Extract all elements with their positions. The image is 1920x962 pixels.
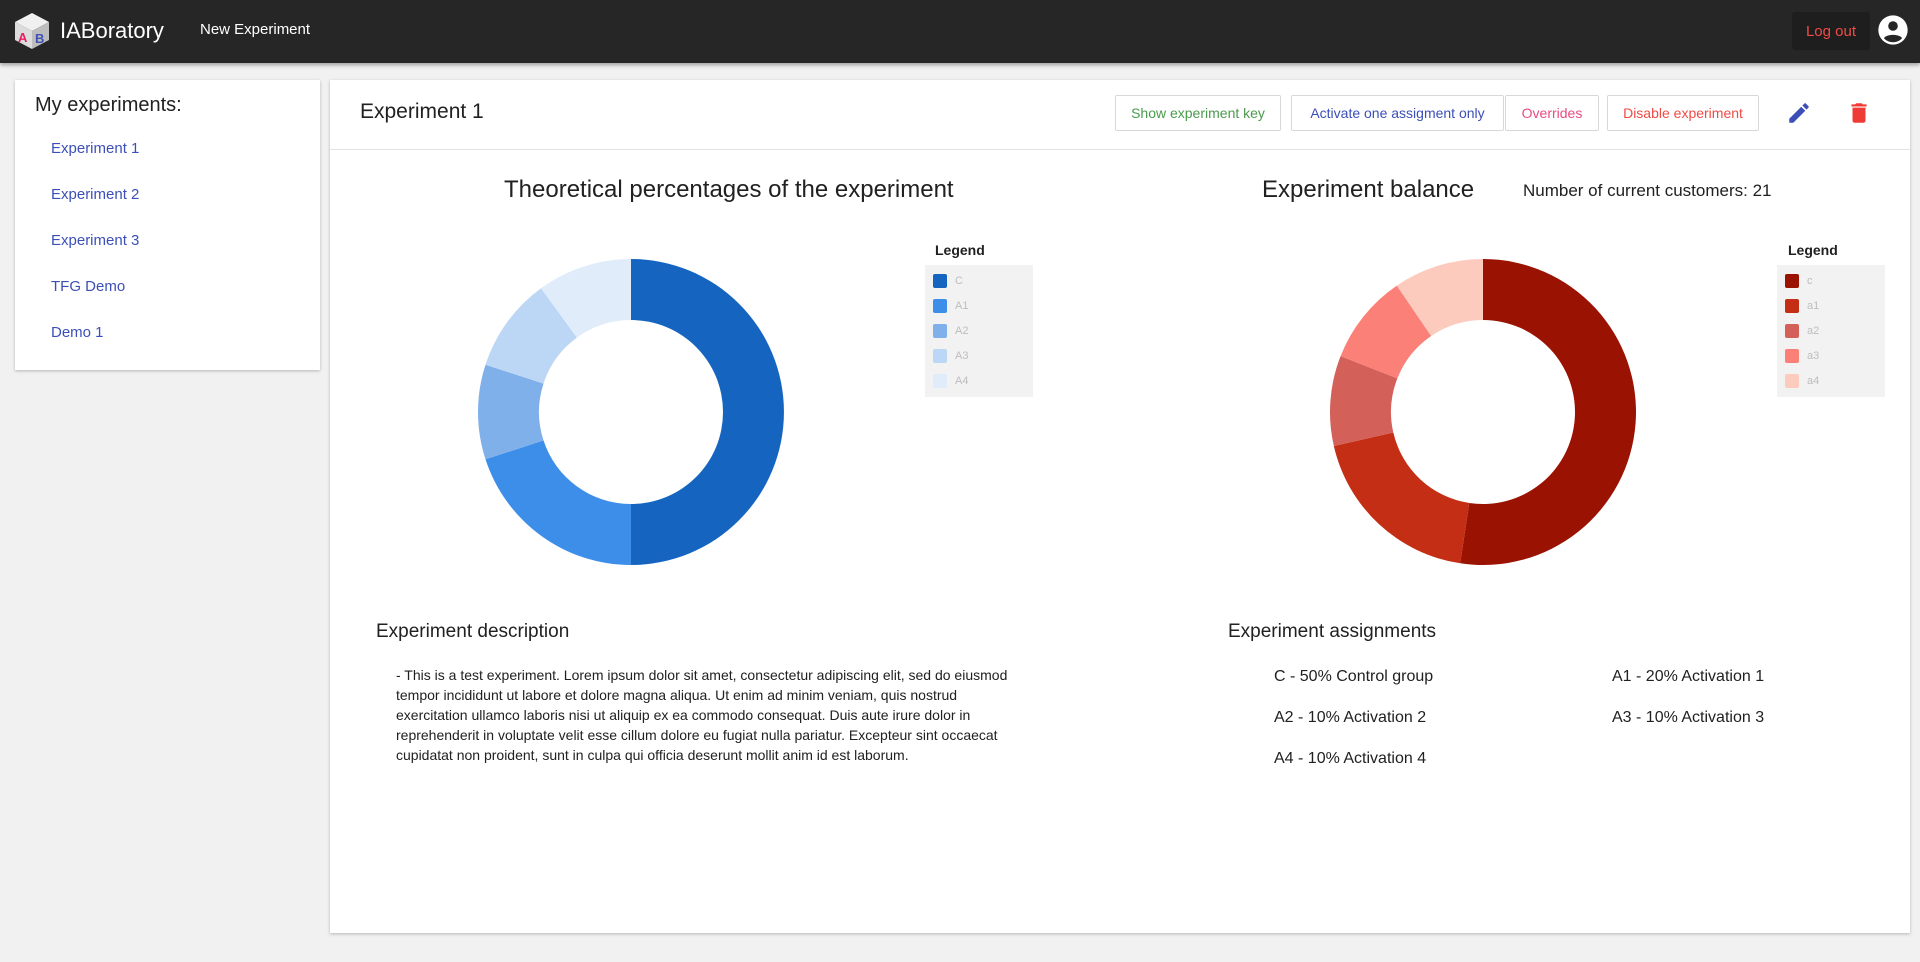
legend-theoretical: C A1 A2 A3 A4 <box>925 265 1033 397</box>
experiment-list: Experiment 1 Experiment 2 Experiment 3 T… <box>51 140 139 370</box>
theoretical-legend-item-c[interactable]: C <box>933 273 963 289</box>
experiments-sidebar: My experiments: Experiment 1 Experiment … <box>15 80 320 370</box>
theoretical-legend-label: A3 <box>955 350 969 362</box>
theoretical-legend-swatch <box>933 324 947 338</box>
overrides-button[interactable]: Overrides <box>1505 95 1599 131</box>
experiment-header: Experiment 1 Show experiment key Activat… <box>330 80 1910 150</box>
theoretical-legend-item-a2[interactable]: A2 <box>933 323 968 339</box>
show-experiment-key-button[interactable]: Show experiment key <box>1115 95 1281 131</box>
new-experiment-link[interactable]: New Experiment <box>200 21 310 38</box>
edit-pencil-icon[interactable] <box>1786 100 1812 126</box>
balance-legend-label: a4 <box>1807 375 1820 387</box>
theoretical-slice-a1[interactable] <box>485 440 631 565</box>
balance-legend-swatch <box>1785 324 1799 338</box>
disable-experiment-button[interactable]: Disable experiment <box>1607 95 1759 131</box>
assignment-a4: A4 - 10% Activation 4 <box>1274 750 1427 767</box>
assignment-a2: A2 - 10% Activation 2 <box>1274 709 1427 726</box>
sidebar-item-experiment-2[interactable]: Experiment 2 <box>51 186 139 232</box>
top-app-bar: A B IABoratory New Experiment Log out <box>0 0 1920 63</box>
balance-legend-swatch <box>1785 274 1799 288</box>
svg-text:B: B <box>35 31 44 46</box>
assignment-a3: A3 - 10% Activation 3 <box>1612 709 1765 726</box>
balance-legend-item-a3[interactable]: a3 <box>1785 348 1819 364</box>
activate-one-assignment-button[interactable]: Activate one assigment only <box>1291 95 1504 131</box>
theoretical-legend-swatch <box>933 274 947 288</box>
balance-legend-swatch <box>1785 374 1799 388</box>
legend-title-theoretical: Legend <box>935 242 985 258</box>
legend-balance: c a1 a2 a3 a4 <box>1777 265 1885 397</box>
theoretical-legend-label: A1 <box>955 300 969 312</box>
balance-legend-label: a3 <box>1807 350 1820 362</box>
sidebar-item-experiment-3[interactable]: Experiment 3 <box>51 232 139 278</box>
theoretical-chart-title: Theoretical percentages of the experimen… <box>504 176 954 203</box>
theoretical-legend-label: A2 <box>955 325 969 337</box>
current-customers-count: Number of current customers: 21 <box>1523 181 1772 200</box>
assignment-a1: A1 - 20% Activation 1 <box>1612 668 1765 685</box>
balance-legend-item-c[interactable]: c <box>1785 273 1813 289</box>
balance-legend-label: a2 <box>1807 325 1820 337</box>
assignments-title: Experiment assignments <box>1228 621 1437 642</box>
balance-legend-label: a1 <box>1807 300 1820 312</box>
balance-donut-chart <box>1330 259 1637 565</box>
theoretical-legend-label: C <box>955 275 963 287</box>
balance-legend-item-a2[interactable]: a2 <box>1785 323 1819 339</box>
balance-slice-a1[interactable] <box>1333 432 1470 564</box>
theoretical-legend-swatch <box>933 349 947 363</box>
logout-button[interactable]: Log out <box>1792 12 1870 50</box>
ab-cube-logo-icon[interactable]: A B <box>13 11 51 51</box>
theoretical-legend-item-a4[interactable]: A4 <box>933 373 968 389</box>
sidebar-item-demo-1[interactable]: Demo 1 <box>51 324 139 370</box>
app-title[interactable]: IABoratory <box>60 18 164 44</box>
account-circle-icon[interactable] <box>1877 14 1909 46</box>
experiment-description-text: - This is a test experiment. Lorem ipsum… <box>396 667 1008 763</box>
description-title: Experiment description <box>376 621 570 642</box>
balance-legend-swatch <box>1785 299 1799 313</box>
balance-chart-title: Experiment balance <box>1262 176 1475 203</box>
balance-legend-item-a1[interactable]: a1 <box>1785 298 1819 314</box>
delete-trash-icon[interactable] <box>1846 100 1872 126</box>
experiment-detail-card: Experiment 1 Show experiment key Activat… <box>330 80 1910 933</box>
theoretical-slice-c[interactable] <box>631 259 784 565</box>
sidebar-item-tfg-demo[interactable]: TFG Demo <box>51 278 139 324</box>
balance-legend-label: c <box>1807 275 1813 287</box>
theoretical-legend-item-a3[interactable]: A3 <box>933 348 968 364</box>
sidebar-item-experiment-1[interactable]: Experiment 1 <box>51 140 139 186</box>
theoretical-legend-label: A4 <box>955 375 969 387</box>
theoretical-legend-item-a1[interactable]: A1 <box>933 298 968 314</box>
theoretical-legend-swatch <box>933 299 947 313</box>
balance-slice-c[interactable] <box>1460 259 1637 565</box>
experiment-title: Experiment 1 <box>360 100 484 123</box>
legend-title-balance: Legend <box>1788 242 1838 258</box>
svg-text:A: A <box>18 30 28 45</box>
sidebar-title: My experiments: <box>35 94 182 116</box>
balance-legend-swatch <box>1785 349 1799 363</box>
assignment-c: C - 50% Control group <box>1274 668 1434 685</box>
balance-legend-item-a4[interactable]: a4 <box>1785 373 1819 389</box>
theoretical-donut-chart <box>478 259 784 565</box>
theoretical-legend-swatch <box>933 374 947 388</box>
